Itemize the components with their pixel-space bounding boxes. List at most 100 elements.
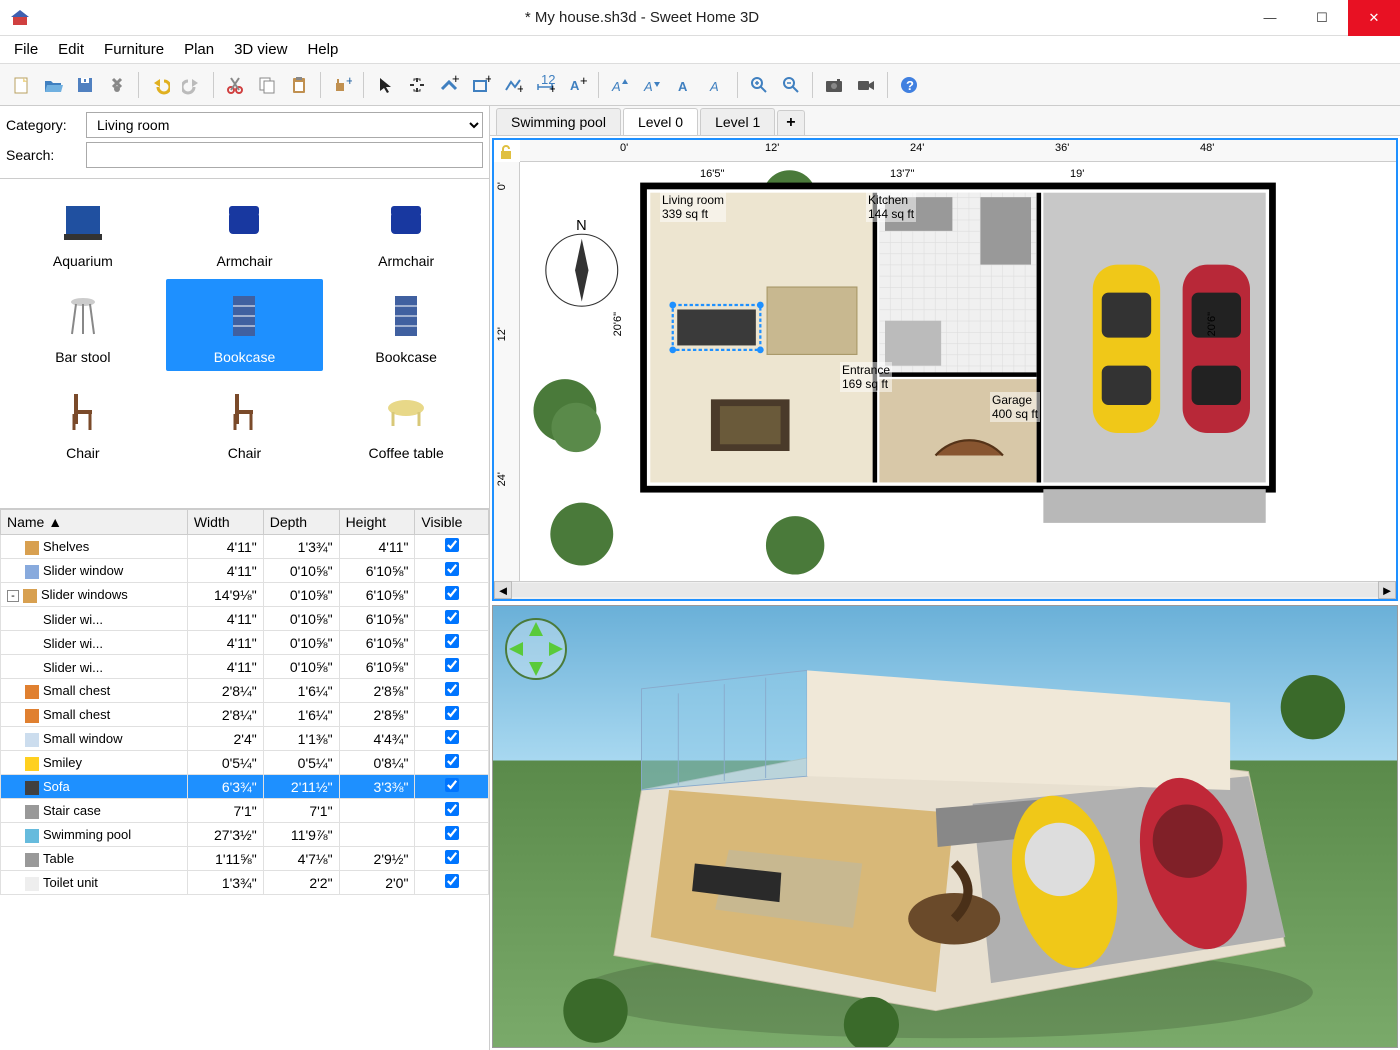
- item-name: Small chest: [43, 683, 110, 698]
- prefs-icon[interactable]: [102, 70, 132, 100]
- table-row[interactable]: -Slider windows14'9⅛"0'10⅝"6'10⅝": [1, 583, 489, 607]
- tab-level-1[interactable]: Level 1: [700, 108, 775, 135]
- visible-checkbox[interactable]: [445, 658, 459, 672]
- zoom-in-icon[interactable]: [744, 70, 774, 100]
- table-row[interactable]: Small chest2'8¼"1'6¼"2'8⅝": [1, 703, 489, 727]
- decrease-text-icon[interactable]: A: [637, 70, 667, 100]
- table-row[interactable]: Toilet unit1'3¾"2'2"2'0": [1, 871, 489, 895]
- catalog-item[interactable]: Bookcase: [166, 279, 324, 371]
- menu-file[interactable]: File: [4, 37, 48, 62]
- visible-checkbox[interactable]: [445, 610, 459, 624]
- visible-checkbox[interactable]: [445, 754, 459, 768]
- table-row[interactable]: Smiley0'5¼"0'5¼"0'8¼": [1, 751, 489, 775]
- table-row[interactable]: Stair case7'1"7'1": [1, 799, 489, 823]
- tab-swimming-pool[interactable]: Swimming pool: [496, 108, 621, 135]
- table-row[interactable]: Swimming pool27'3½"11'9⅞": [1, 823, 489, 847]
- item-name: Slider windows: [41, 587, 128, 602]
- zoom-out-icon[interactable]: [776, 70, 806, 100]
- maximize-button[interactable]: ☐: [1296, 0, 1348, 36]
- svg-text:+: +: [517, 81, 523, 95]
- visible-checkbox[interactable]: [445, 778, 459, 792]
- catalog-item-label: Bar stool: [55, 349, 110, 365]
- table-row[interactable]: Small window2'4"1'1⅜"4'4¾": [1, 727, 489, 751]
- table-row[interactable]: Table1'11⅝"4'7⅛"2'9½": [1, 847, 489, 871]
- table-header[interactable]: Name ▲: [1, 510, 188, 535]
- bold-icon[interactable]: A: [669, 70, 699, 100]
- catalog-item[interactable]: Armchair: [327, 183, 485, 275]
- add-text-icon[interactable]: A+: [562, 70, 592, 100]
- create-walls-icon[interactable]: +: [434, 70, 464, 100]
- item-icon: [23, 589, 37, 603]
- visible-checkbox[interactable]: [445, 562, 459, 576]
- table-row[interactable]: Slider wi...4'11"0'10⅝"6'10⅝": [1, 607, 489, 631]
- table-row[interactable]: Shelves4'11"1'3¾"4'11": [1, 535, 489, 559]
- visible-checkbox[interactable]: [445, 802, 459, 816]
- plan-2d-view[interactable]: 0'12'24'36'48' 0'12'24' N: [492, 138, 1398, 601]
- create-polyline-icon[interactable]: +: [498, 70, 528, 100]
- table-row[interactable]: Slider wi...4'11"0'10⅝"6'10⅝": [1, 631, 489, 655]
- visible-checkbox[interactable]: [445, 850, 459, 864]
- visible-checkbox[interactable]: [445, 826, 459, 840]
- table-row[interactable]: Small chest2'8¼"1'6¼"2'8⅝": [1, 679, 489, 703]
- furniture-catalog[interactable]: AquariumArmchairArmchairBar stoolBookcas…: [0, 179, 489, 509]
- table-row[interactable]: Slider window4'11"0'10⅝"6'10⅝": [1, 559, 489, 583]
- tree-fold-icon[interactable]: -: [7, 590, 19, 602]
- catalog-item[interactable]: Bookcase: [327, 279, 485, 371]
- scroll-right-icon[interactable]: ►: [1378, 581, 1396, 599]
- new-icon[interactable]: [6, 70, 36, 100]
- undo-icon[interactable]: [145, 70, 175, 100]
- table-header[interactable]: Depth: [263, 510, 339, 535]
- close-button[interactable]: ✕: [1348, 0, 1400, 36]
- menu-furniture[interactable]: Furniture: [94, 37, 174, 62]
- table-row[interactable]: Slider wi...4'11"0'10⅝"6'10⅝": [1, 655, 489, 679]
- view-3d[interactable]: [492, 605, 1398, 1048]
- redo-icon[interactable]: [177, 70, 207, 100]
- tab-add[interactable]: +: [777, 110, 804, 135]
- table-header[interactable]: Width: [187, 510, 263, 535]
- menu-plan[interactable]: Plan: [174, 37, 224, 62]
- visible-checkbox[interactable]: [445, 706, 459, 720]
- add-furniture-icon[interactable]: +: [327, 70, 357, 100]
- minimize-button[interactable]: —: [1244, 0, 1296, 36]
- photo-icon[interactable]: [819, 70, 849, 100]
- plan-canvas[interactable]: N: [520, 162, 1396, 581]
- visible-checkbox[interactable]: [445, 586, 459, 600]
- table-header[interactable]: Visible: [415, 510, 489, 535]
- help-icon[interactable]: ?: [894, 70, 924, 100]
- italic-icon[interactable]: A: [701, 70, 731, 100]
- select-icon[interactable]: [370, 70, 400, 100]
- table-row[interactable]: Sofa6'3¾"2'11½"3'3⅜": [1, 775, 489, 799]
- tab-level-0[interactable]: Level 0: [623, 108, 698, 135]
- visible-checkbox[interactable]: [445, 730, 459, 744]
- category-select[interactable]: Living room: [86, 112, 483, 138]
- visible-checkbox[interactable]: [445, 874, 459, 888]
- increase-text-icon[interactable]: A: [605, 70, 635, 100]
- catalog-item[interactable]: Chair: [4, 375, 162, 467]
- open-icon[interactable]: [38, 70, 68, 100]
- cut-icon[interactable]: [220, 70, 250, 100]
- visible-checkbox[interactable]: [445, 634, 459, 648]
- catalog-item[interactable]: Coffee table: [327, 375, 485, 467]
- catalog-item[interactable]: Armchair: [166, 183, 324, 275]
- video-icon[interactable]: [851, 70, 881, 100]
- menu-edit[interactable]: Edit: [48, 37, 94, 62]
- save-icon[interactable]: [70, 70, 100, 100]
- lock-icon[interactable]: [498, 144, 514, 163]
- paste-icon[interactable]: [284, 70, 314, 100]
- menu-help[interactable]: Help: [297, 37, 348, 62]
- catalog-item[interactable]: Bar stool: [4, 279, 162, 371]
- pan-icon[interactable]: [402, 70, 432, 100]
- scroll-left-icon[interactable]: ◄: [494, 581, 512, 599]
- visible-checkbox[interactable]: [445, 538, 459, 552]
- create-room-icon[interactable]: +: [466, 70, 496, 100]
- menu-3dview[interactable]: 3D view: [224, 37, 297, 62]
- catalog-item[interactable]: Aquarium: [4, 183, 162, 275]
- copy-icon[interactable]: [252, 70, 282, 100]
- furniture-table[interactable]: Name ▲WidthDepthHeightVisible Shelves4'1…: [0, 509, 489, 1050]
- visible-checkbox[interactable]: [445, 682, 459, 696]
- table-header[interactable]: Height: [339, 510, 415, 535]
- create-dimension-icon[interactable]: 12+: [530, 70, 560, 100]
- search-input[interactable]: [86, 142, 483, 168]
- plan-scrollbar-h[interactable]: ◄ ►: [494, 581, 1396, 599]
- catalog-item[interactable]: Chair: [166, 375, 324, 467]
